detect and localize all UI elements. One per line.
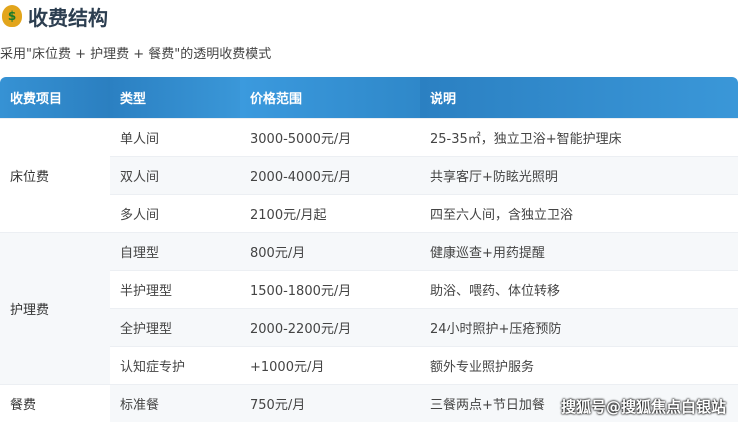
table-row: 认知症专护 +1000元/月 额外专业照护服务 <box>0 346 738 385</box>
watermark: 搜狐号@搜狐焦点白银站 <box>560 398 726 416</box>
cell-price: +1000元/月 <box>240 346 420 385</box>
cell-price: 1500-1800元/月 <box>240 270 420 309</box>
cell-type: 双人间 <box>110 156 240 195</box>
cell-price: 2000-2200元/月 <box>240 308 420 347</box>
table-row: 半护理型 1500-1800元/月 助浴、喂药、体位转移 <box>0 270 738 309</box>
cell-price: 800元/月 <box>240 232 420 271</box>
cell-description: 共享客厅+防眩光照明 <box>420 156 738 195</box>
header-type: 类型 <box>110 77 240 119</box>
cell-price: 2100元/月起 <box>240 194 420 233</box>
money-bag-icon: $ <box>2 5 22 27</box>
cell-type: 单人间 <box>110 118 240 157</box>
table-row: 多人间 2100元/月起 四至六人间，含独立卫浴 <box>0 194 738 233</box>
cell-type: 半护理型 <box>110 270 240 309</box>
cell-description: 助浴、喂药、体位转移 <box>420 270 738 309</box>
cell-type: 多人间 <box>110 194 240 233</box>
subtitle: 采用"床位费 + 护理费 + 餐费"的透明收费模式 <box>0 47 272 62</box>
cell-type: 全护理型 <box>110 308 240 347</box>
cell-description: 24小时照护+压疮预防 <box>420 308 738 347</box>
cell-description: 额外专业照护服务 <box>420 346 738 385</box>
table-row: 全护理型 2000-2200元/月 24小时照护+压疮预防 <box>0 308 738 347</box>
cell-type: 认知症专护 <box>110 346 240 385</box>
header-price: 价格范围 <box>240 77 420 119</box>
cell-description: 25-35㎡，独立卫浴+智能护理床 <box>420 118 738 157</box>
fee-category: 床位费 <box>0 118 110 233</box>
cell-price: 2000-4000元/月 <box>240 156 420 195</box>
table-row: 双人间 2000-4000元/月 共享客厅+防眩光照明 <box>0 156 738 195</box>
cell-type: 自理型 <box>110 232 240 271</box>
fee-category: 餐费 <box>0 384 110 422</box>
cell-price: 750元/月 <box>240 384 420 422</box>
header-item: 收费项目 <box>0 77 110 119</box>
header-desc: 说明 <box>420 77 738 119</box>
section-title: $ 收费结构 <box>2 2 108 30</box>
cell-price: 3000-5000元/月 <box>240 118 420 157</box>
table-row: 床位费 单人间 3000-5000元/月 25-35㎡，独立卫浴+智能护理床 <box>0 118 738 233</box>
table-row: 护理费 自理型 800元/月 健康巡查+用药提醒 <box>0 232 738 385</box>
cell-description: 四至六人间，含独立卫浴 <box>420 194 738 233</box>
cell-description: 健康巡查+用药提醒 <box>420 232 738 271</box>
fee-table: 收费项目 类型 价格范围 说明 床位费 单人间 3000-5000元/月 25-35㎡… <box>0 77 738 422</box>
cell-type: 标准餐 <box>110 384 240 422</box>
fee-category: 护理费 <box>0 232 110 385</box>
page-title: 收费结构 <box>28 5 108 30</box>
